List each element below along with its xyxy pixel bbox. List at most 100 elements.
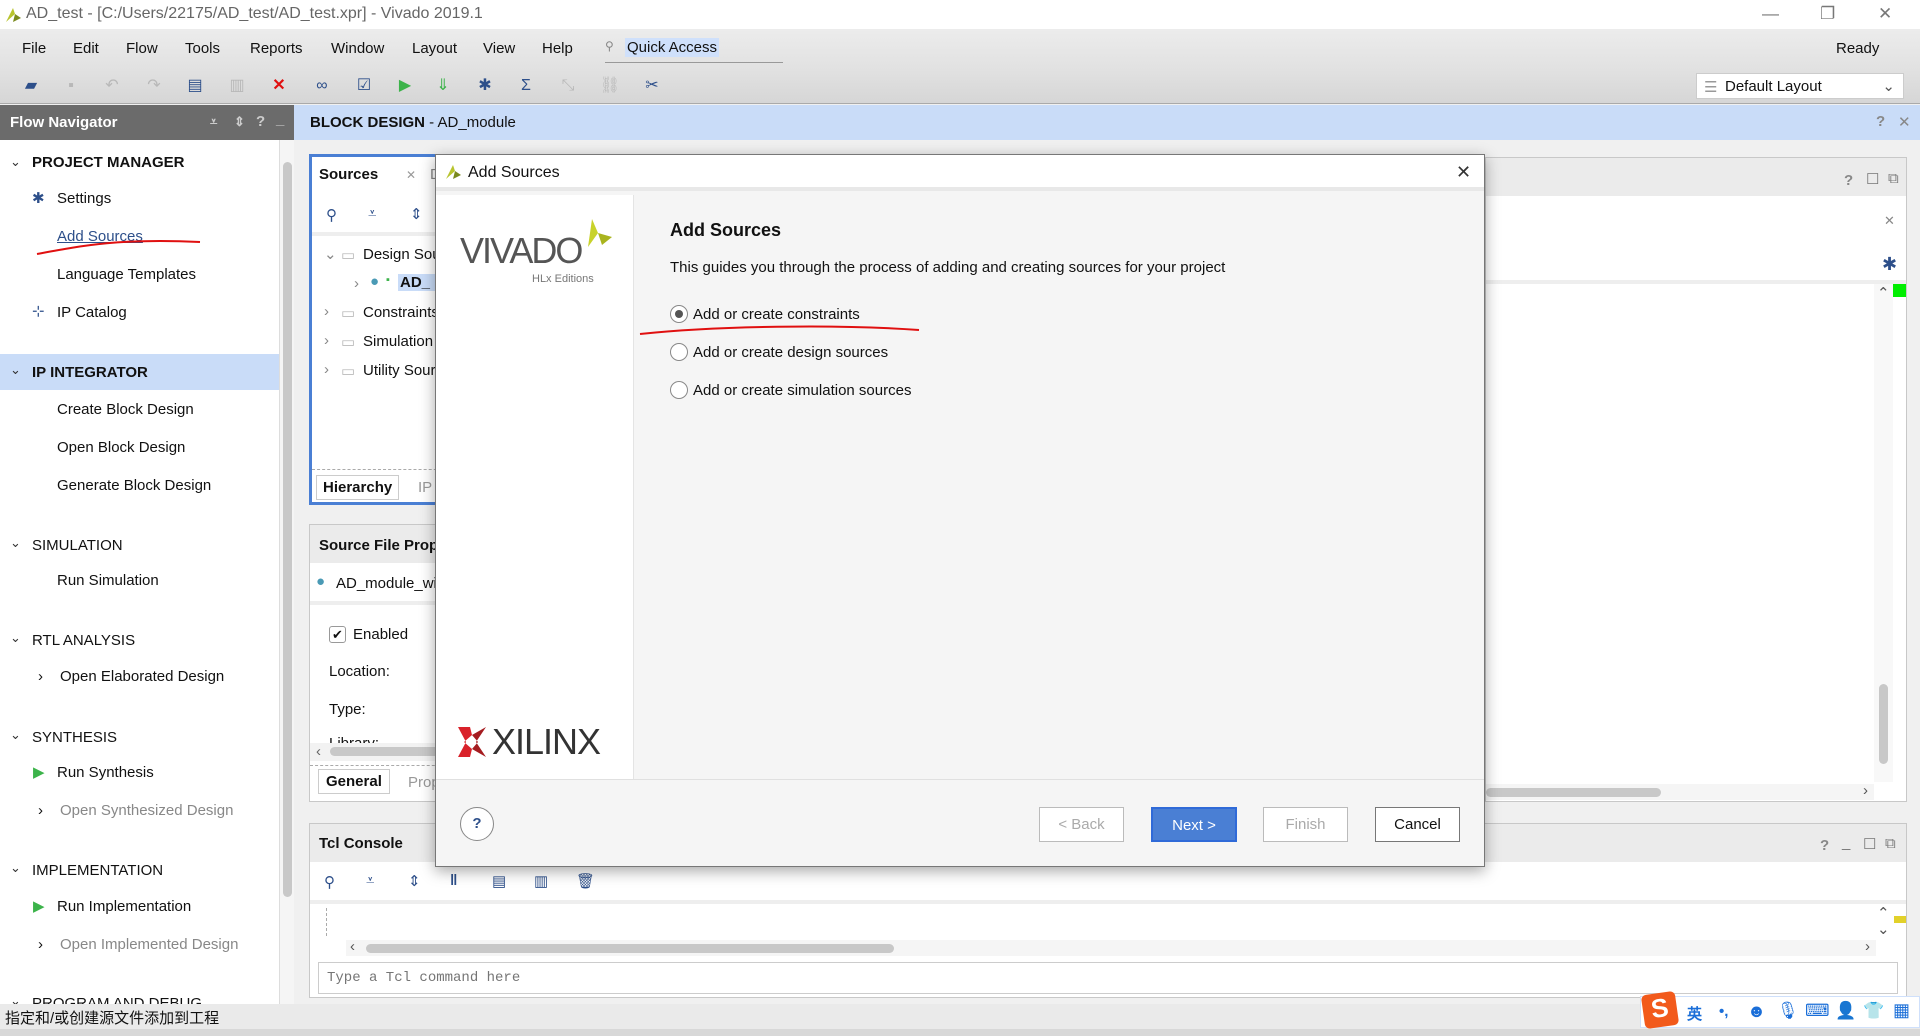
section-project-manager[interactable]: PROJECT MANAGER <box>32 154 185 171</box>
chevron-down-icon[interactable]: ⌄ <box>10 362 21 378</box>
chevron-down-icon[interactable]: ⌄ <box>10 727 21 743</box>
nav-open-block-design[interactable]: Open Block Design <box>57 439 185 456</box>
nav-open-implemented-design[interactable]: Open Implemented Design <box>60 936 238 953</box>
sogou-logo-icon[interactable]: S <box>1640 990 1680 1030</box>
maximize-icon[interactable]: ☐ <box>1866 170 1879 188</box>
quick-access-search[interactable]: ⚲ Quick Access <box>605 33 783 63</box>
nav-scrollbar[interactable] <box>279 140 294 1004</box>
copy-icon[interactable]: ▤ <box>492 872 506 890</box>
menu-edit[interactable]: Edit <box>73 40 99 57</box>
pin-icon[interactable]: ⤡ <box>557 75 579 97</box>
paste-icon[interactable]: ▥ <box>226 75 248 97</box>
keyboard-icon[interactable]: ⌨ <box>1805 1001 1830 1021</box>
expand-all-icon[interactable]: ⇕ <box>234 114 245 130</box>
horizontal-scrollbar[interactable]: › <box>1486 782 1874 800</box>
undo-icon[interactable]: ↶ <box>101 75 123 97</box>
maximize-icon[interactable]: ☐ <box>1863 835 1876 853</box>
menu-file[interactable]: File <box>22 40 46 57</box>
search-icon[interactable]: ⚲ <box>324 873 335 891</box>
save-icon[interactable]: ▪ <box>60 75 82 97</box>
ime-punctuation-toggle[interactable]: •, <box>1719 1003 1728 1020</box>
chevron-right-icon[interactable]: › <box>38 802 43 819</box>
section-synthesis[interactable]: SYNTHESIS <box>32 729 117 746</box>
section-simulation[interactable]: SIMULATION <box>32 537 123 554</box>
minimize-panel-icon[interactable]: _ <box>276 111 284 128</box>
emoji-icon[interactable]: ☻ <box>1747 1001 1766 1022</box>
chevron-right-icon[interactable]: › <box>324 303 329 320</box>
nav-settings[interactable]: Settings <box>57 190 111 207</box>
toolbox-grid-icon[interactable]: ▦ <box>1893 1000 1910 1021</box>
nav-ip-catalog[interactable]: IP Catalog <box>57 304 127 321</box>
tab-hierarchy[interactable]: Hierarchy <box>316 475 400 500</box>
help-icon[interactable]: ? <box>1876 113 1885 130</box>
link-icon[interactable]: ⛓ <box>599 75 621 97</box>
nav-run-synthesis[interactable]: Run Synthesis <box>57 764 154 781</box>
enabled-checkbox[interactable]: ✔ <box>329 626 346 643</box>
close-icon[interactable]: ✕ <box>1898 113 1911 131</box>
menu-layout[interactable]: Layout <box>412 40 457 57</box>
help-icon[interactable]: ? <box>1844 172 1853 189</box>
checklist-icon[interactable]: ☑ <box>353 75 375 97</box>
tcl-command-input[interactable] <box>318 962 1898 994</box>
menu-reports[interactable]: Reports <box>250 40 303 57</box>
copy-icon[interactable]: ▤ <box>184 75 206 97</box>
tree-constraints[interactable]: Constraints <box>363 304 439 321</box>
tab-sources[interactable]: Sources <box>319 166 378 183</box>
vertical-scrollbar[interactable]: ⌃ <box>1874 284 1893 782</box>
close-tab-icon[interactable]: ✕ <box>406 168 416 182</box>
nav-create-block-design[interactable]: Create Block Design <box>57 401 194 418</box>
nav-run-simulation[interactable]: Run Simulation <box>57 572 159 589</box>
chevron-down-icon[interactable]: ⌄ <box>10 154 21 170</box>
open-project-icon[interactable]: ▰ <box>20 75 42 97</box>
horizontal-scrollbar[interactable]: ‹ › <box>346 938 1876 956</box>
pause-icon[interactable]: ‖ <box>450 872 457 889</box>
collapse-all-icon[interactable]: ⩡ <box>210 114 217 130</box>
nav-generate-block-design[interactable]: Generate Block Design <box>57 477 211 494</box>
help-icon[interactable]: ? <box>256 113 265 130</box>
chevron-down-icon[interactable]: ⌄ <box>10 860 21 876</box>
binoculars-icon[interactable]: ∞ <box>311 75 333 97</box>
next-button[interactable]: Next > <box>1151 807 1237 842</box>
settings-gear-icon[interactable]: ✱ <box>474 75 496 97</box>
close-icon[interactable]: ✕ <box>1884 213 1895 229</box>
help-button[interactable]: ? <box>460 807 494 841</box>
float-icon[interactable]: ⧉ <box>1885 835 1896 852</box>
chevron-right-icon[interactable]: › <box>38 668 43 685</box>
back-button[interactable]: < Back <box>1039 807 1124 842</box>
nav-scroll-thumb[interactable] <box>283 162 292 897</box>
expand-all-icon[interactable]: ⇕ <box>408 872 421 890</box>
redo-icon[interactable]: ↷ <box>143 75 165 97</box>
scroll-down-icon[interactable]: ⌄ <box>1877 920 1890 938</box>
cancel-button[interactable]: Cancel <box>1375 807 1460 842</box>
close-window-button[interactable]: ✕ <box>1878 4 1892 24</box>
sigma-icon[interactable]: Σ <box>515 75 537 97</box>
nav-run-implementation[interactable]: Run Implementation <box>57 898 191 915</box>
run-icon[interactable]: ▶ <box>394 75 416 97</box>
section-implementation[interactable]: IMPLEMENTATION <box>32 862 163 879</box>
help-icon[interactable]: ? <box>1820 837 1829 854</box>
restore-button[interactable]: ❐ <box>1820 4 1835 24</box>
expand-all-icon[interactable]: ⇕ <box>410 205 423 223</box>
chevron-down-icon[interactable]: ⌄ <box>324 245 337 263</box>
menu-tools[interactable]: Tools <box>185 40 220 57</box>
chevron-down-icon[interactable]: ⌄ <box>10 630 21 646</box>
microphone-icon[interactable]: 🎙 <box>1777 1001 1799 1021</box>
menu-window[interactable]: Window <box>331 40 384 57</box>
menu-flow[interactable]: Flow <box>126 40 158 57</box>
nav-open-synthesized-design[interactable]: Open Synthesized Design <box>60 802 233 819</box>
tree-ad-module[interactable]: AD_ <box>398 274 441 291</box>
columns-icon[interactable]: ▥ <box>534 872 548 890</box>
radio-button[interactable] <box>670 343 688 361</box>
tab-ip-sources[interactable]: IP <box>418 479 432 496</box>
chevron-down-icon[interactable]: ⌄ <box>10 993 21 1004</box>
chevron-right-icon[interactable]: › <box>324 361 329 378</box>
nav-open-elaborated-design[interactable]: Open Elaborated Design <box>60 668 224 685</box>
menu-view[interactable]: View <box>483 40 515 57</box>
tab-general[interactable]: General <box>318 769 390 794</box>
section-ip-integrator[interactable]: IP INTEGRATOR <box>32 364 148 381</box>
tree-simulation[interactable]: Simulation <box>363 333 433 350</box>
nav-language-templates[interactable]: Language Templates <box>57 266 196 283</box>
user-icon[interactable]: 👤 <box>1835 1001 1856 1021</box>
tree-utility-sources[interactable]: Utility Sourc <box>363 362 443 379</box>
search-icon[interactable]: ⚲ <box>326 206 337 224</box>
